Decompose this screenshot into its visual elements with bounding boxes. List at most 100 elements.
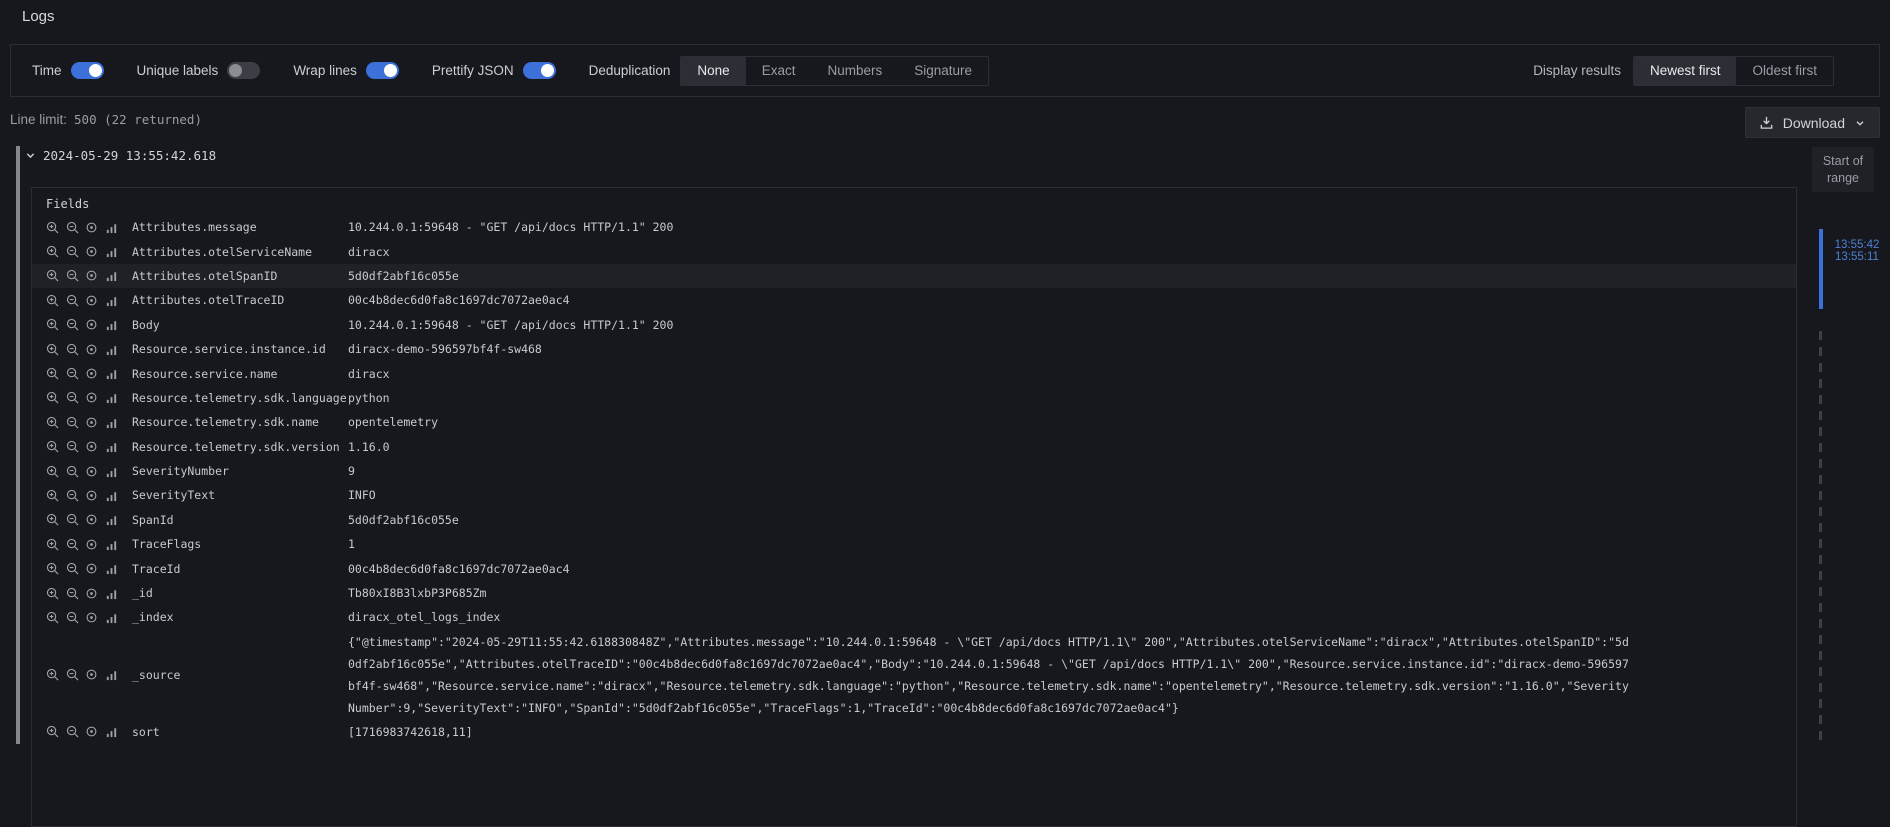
bar-chart-icon[interactable] <box>105 343 118 356</box>
field-row-actions <box>46 343 132 356</box>
zoom-in-icon[interactable] <box>46 367 59 380</box>
deduplication-option-none[interactable]: None <box>681 57 745 85</box>
eye-icon[interactable] <box>85 538 98 551</box>
zoom-in-icon[interactable] <box>46 221 59 234</box>
bar-chart-icon[interactable] <box>105 367 118 380</box>
download-button[interactable]: Download <box>1745 107 1880 138</box>
zoom-out-icon[interactable] <box>66 725 79 738</box>
eye-icon[interactable] <box>85 668 98 681</box>
toggle-switch-unique-labels[interactable] <box>227 62 260 79</box>
bar-chart-icon[interactable] <box>105 269 118 282</box>
zoom-out-icon[interactable] <box>66 318 79 331</box>
zoom-out-icon[interactable] <box>66 245 79 258</box>
bar-chart-icon[interactable] <box>105 562 118 575</box>
zoom-out-icon[interactable] <box>66 440 79 453</box>
zoom-out-icon[interactable] <box>66 668 79 681</box>
bar-chart-icon[interactable] <box>105 538 118 551</box>
zoom-in-icon[interactable] <box>46 513 59 526</box>
bar-chart-icon[interactable] <box>105 391 118 404</box>
eye-icon[interactable] <box>85 611 98 624</box>
zoom-out-icon[interactable] <box>66 489 79 502</box>
zoom-out-icon[interactable] <box>66 465 79 478</box>
zoom-out-icon[interactable] <box>66 221 79 234</box>
bar-chart-icon[interactable] <box>105 668 118 681</box>
eye-icon[interactable] <box>85 416 98 429</box>
bar-chart-icon[interactable] <box>105 416 118 429</box>
eye-icon[interactable] <box>85 391 98 404</box>
zoom-in-icon[interactable] <box>46 245 59 258</box>
zoom-in-icon[interactable] <box>46 562 59 575</box>
zoom-in-icon[interactable] <box>46 318 59 331</box>
zoom-out-icon[interactable] <box>66 538 79 551</box>
toggle-switch-prettify-json[interactable] <box>523 62 556 79</box>
zoom-in-icon[interactable] <box>46 725 59 738</box>
log-row-header[interactable]: 2024-05-29 13:55:42.618 <box>25 148 216 163</box>
bar-chart-icon[interactable] <box>105 489 118 502</box>
deduplication-option-exact[interactable]: Exact <box>746 57 812 85</box>
eye-icon[interactable] <box>85 367 98 380</box>
bar-chart-icon[interactable] <box>105 513 118 526</box>
zoom-in-icon[interactable] <box>46 294 59 307</box>
zoom-in-icon[interactable] <box>46 668 59 681</box>
eye-icon[interactable] <box>85 562 98 575</box>
deduplication-option-signature[interactable]: Signature <box>898 57 988 85</box>
toggle-switch-time[interactable] <box>71 62 104 79</box>
field-row-Attributes.message: Attributes.message 10.244.0.1:59648 - "G… <box>32 215 1796 239</box>
bar-chart-icon[interactable] <box>105 587 118 600</box>
zoom-out-icon[interactable] <box>66 343 79 356</box>
eye-icon[interactable] <box>85 269 98 282</box>
zoom-in-icon[interactable] <box>46 489 59 502</box>
minimap-timeline-dashed <box>1819 331 1822 744</box>
bar-chart-icon[interactable] <box>105 245 118 258</box>
zoom-out-icon[interactable] <box>66 611 79 624</box>
zoom-out-icon[interactable] <box>66 416 79 429</box>
deduplication-option-numbers[interactable]: Numbers <box>811 57 898 85</box>
bar-chart-icon[interactable] <box>105 294 118 307</box>
eye-icon[interactable] <box>85 343 98 356</box>
field-value: 00c4b8dec6d0fa8c1697dc7072ae0ac4 <box>348 557 1633 581</box>
zoom-in-icon[interactable] <box>46 440 59 453</box>
zoom-out-icon[interactable] <box>66 269 79 282</box>
minimap-range-bar[interactable] <box>1819 229 1823 309</box>
zoom-out-icon[interactable] <box>66 587 79 600</box>
zoom-out-icon[interactable] <box>66 513 79 526</box>
minimap-time-labels: 13:55:42 13:55:11 <box>1826 239 1888 263</box>
zoom-in-icon[interactable] <box>46 587 59 600</box>
zoom-in-icon[interactable] <box>46 416 59 429</box>
toggle-group-time: Time <box>32 62 104 79</box>
toggle-label-prettify-json: Prettify JSON <box>432 63 514 78</box>
bar-chart-icon[interactable] <box>105 318 118 331</box>
eye-icon[interactable] <box>85 587 98 600</box>
eye-icon[interactable] <box>85 221 98 234</box>
field-value: INFO <box>348 483 1633 507</box>
zoom-out-icon[interactable] <box>66 294 79 307</box>
eye-icon[interactable] <box>85 440 98 453</box>
bar-chart-icon[interactable] <box>105 465 118 478</box>
toggle-switch-wrap-lines[interactable] <box>366 62 399 79</box>
zoom-in-icon[interactable] <box>46 269 59 282</box>
eye-icon[interactable] <box>85 465 98 478</box>
bar-chart-icon[interactable] <box>105 725 118 738</box>
eye-icon[interactable] <box>85 245 98 258</box>
bar-chart-icon[interactable] <box>105 221 118 234</box>
zoom-in-icon[interactable] <box>46 343 59 356</box>
display-results-option-oldest-first[interactable]: Oldest first <box>1736 57 1833 85</box>
display-results-option-newest-first[interactable]: Newest first <box>1634 57 1737 85</box>
eye-icon[interactable] <box>85 489 98 502</box>
zoom-in-icon[interactable] <box>46 611 59 624</box>
zoom-out-icon[interactable] <box>66 367 79 380</box>
zoom-in-icon[interactable] <box>46 538 59 551</box>
field-value: diracx <box>348 362 1633 386</box>
bar-chart-icon[interactable] <box>105 440 118 453</box>
eye-icon[interactable] <box>85 318 98 331</box>
field-value: diracx-demo-596597bf4f-sw468 <box>348 337 1633 361</box>
zoom-out-icon[interactable] <box>66 562 79 575</box>
eye-icon[interactable] <box>85 725 98 738</box>
zoom-in-icon[interactable] <box>46 391 59 404</box>
zoom-out-icon[interactable] <box>66 391 79 404</box>
eye-icon[interactable] <box>85 513 98 526</box>
zoom-in-icon[interactable] <box>46 465 59 478</box>
eye-icon[interactable] <box>85 294 98 307</box>
bar-chart-icon[interactable] <box>105 611 118 624</box>
chevron-down-icon[interactable] <box>25 150 36 161</box>
